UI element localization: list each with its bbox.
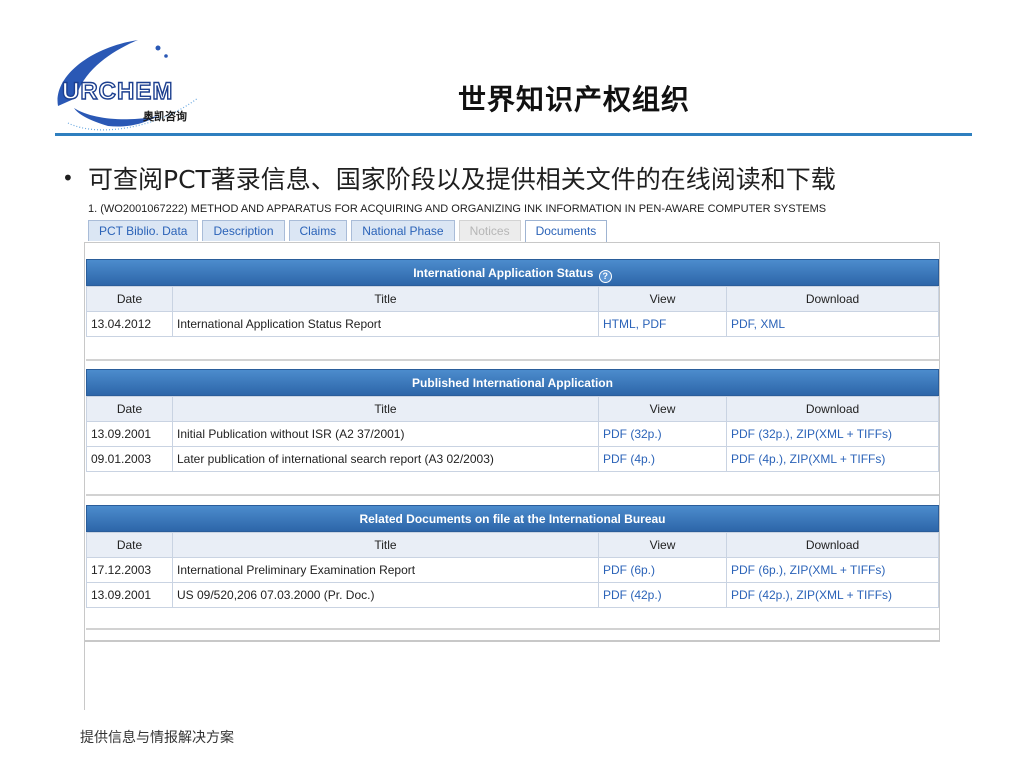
section-divider (86, 628, 939, 630)
column-header-download: Download (726, 532, 939, 558)
help-icon[interactable]: ? (598, 270, 612, 283)
bullet-point: • 可查阅PCT著录信息、国家阶段以及提供相关文件的在线阅读和下载 (62, 160, 962, 196)
column-header-title: Title (172, 286, 599, 312)
table-row: 13.04.2012 International Application Sta… (86, 311, 939, 337)
column-header-download: Download (726, 396, 939, 422)
section-application-status: International Application Status ? Date … (86, 259, 939, 337)
column-header-date: Date (86, 396, 173, 422)
section-divider (86, 359, 939, 361)
cell-date: 09.01.2003 (86, 446, 173, 472)
download-links[interactable]: PDF (6p.), ZIP(XML + TIFFs) (726, 557, 939, 583)
table-row: 13.09.2001 Initial Publication without I… (86, 421, 939, 447)
document-heading: 1. (WO2001067222) METHOD AND APPARATUS F… (88, 203, 827, 215)
section-published-application: Published International Application Date… (86, 369, 939, 472)
tab-pct-biblio-data[interactable]: PCT Biblio. Data (88, 220, 199, 241)
download-links[interactable]: PDF (32p.), ZIP(XML + TIFFs) (726, 421, 939, 447)
view-links[interactable]: PDF (6p.) (598, 557, 727, 583)
tab-notices: Notices (458, 220, 521, 241)
cell-title: Initial Publication without ISR (A2 37/2… (172, 421, 599, 447)
tab-description[interactable]: Description (202, 220, 285, 241)
table-header-row: Date Title View Download (86, 396, 939, 422)
slide-title: 世界知识产权组织 (458, 83, 691, 116)
column-header-title: Title (172, 396, 599, 422)
column-header-download: Download (726, 286, 939, 312)
tab-documents[interactable]: Documents (524, 220, 608, 243)
column-header-view: View (598, 286, 727, 312)
cell-date: 13.04.2012 (86, 311, 173, 337)
cell-date: 13.09.2001 (86, 582, 173, 608)
column-header-view: View (598, 396, 727, 422)
cell-title: International Preliminary Examination Re… (172, 557, 599, 583)
bullet-text: 可查阅PCT著录信息、国家阶段以及提供相关文件的在线阅读和下载 (88, 165, 836, 194)
cell-date: 17.12.2003 (86, 557, 173, 583)
title-divider (55, 133, 972, 136)
table-header-row: Date Title View Download (86, 286, 939, 312)
bullet-dot-icon: • (62, 166, 74, 190)
column-header-title: Title (172, 532, 599, 558)
tab-bar: PCT Biblio. Data Description Claims Nati… (88, 220, 611, 243)
cell-date: 13.09.2001 (86, 421, 173, 447)
logo-subtitle: 奥凯咨询 (143, 110, 187, 123)
download-links[interactable]: PDF, XML (726, 311, 939, 337)
column-header-date: Date (86, 286, 173, 312)
view-links[interactable]: PDF (4p.) (598, 446, 727, 472)
column-header-view: View (598, 532, 727, 558)
column-header-date: Date (86, 532, 173, 558)
footer-text: 提供信息与情报解决方案 (80, 730, 234, 746)
section-divider (86, 494, 939, 496)
section-header: Published International Application (86, 369, 939, 396)
urchem-logo: URCHEM 奥凯咨询 (48, 28, 248, 138)
documents-table: Date Title View Download 13.04.2012 Inte… (86, 286, 939, 337)
tab-claims[interactable]: Claims (288, 220, 348, 241)
logo-brand: URCHEM (61, 77, 174, 105)
table-row: 13.09.2001 US 09/520,206 07.03.2000 (Pr.… (86, 582, 939, 608)
documents-table: Date Title View Download 13.09.2001 Init… (86, 396, 939, 472)
view-links[interactable]: PDF (32p.) (598, 421, 727, 447)
documents-table: Date Title View Download 17.12.2003 Inte… (86, 532, 939, 608)
download-links[interactable]: PDF (42p.), ZIP(XML + TIFFs) (726, 582, 939, 608)
table-row: 09.01.2003 Later publication of internat… (86, 446, 939, 472)
table-row: 17.12.2003 International Preliminary Exa… (86, 557, 939, 583)
section-related-documents: Related Documents on file at the Interna… (86, 505, 939, 608)
section-header: Related Documents on file at the Interna… (86, 505, 939, 532)
cell-title: International Application Status Report (172, 311, 599, 337)
section-title: Published International Application (412, 376, 613, 390)
tab-national-phase[interactable]: National Phase (351, 220, 455, 241)
panel-border (84, 642, 85, 710)
section-title: International Application Status (413, 266, 594, 280)
view-links[interactable]: HTML, PDF (598, 311, 727, 337)
download-links[interactable]: PDF (4p.), ZIP(XML + TIFFs) (726, 446, 939, 472)
section-title: Related Documents on file at the Interna… (359, 512, 666, 526)
table-header-row: Date Title View Download (86, 532, 939, 558)
section-header: International Application Status ? (86, 259, 939, 286)
cell-title: US 09/520,206 07.03.2000 (Pr. Doc.) (172, 582, 599, 608)
cell-title: Later publication of international searc… (172, 446, 599, 472)
view-links[interactable]: PDF (42p.) (598, 582, 727, 608)
